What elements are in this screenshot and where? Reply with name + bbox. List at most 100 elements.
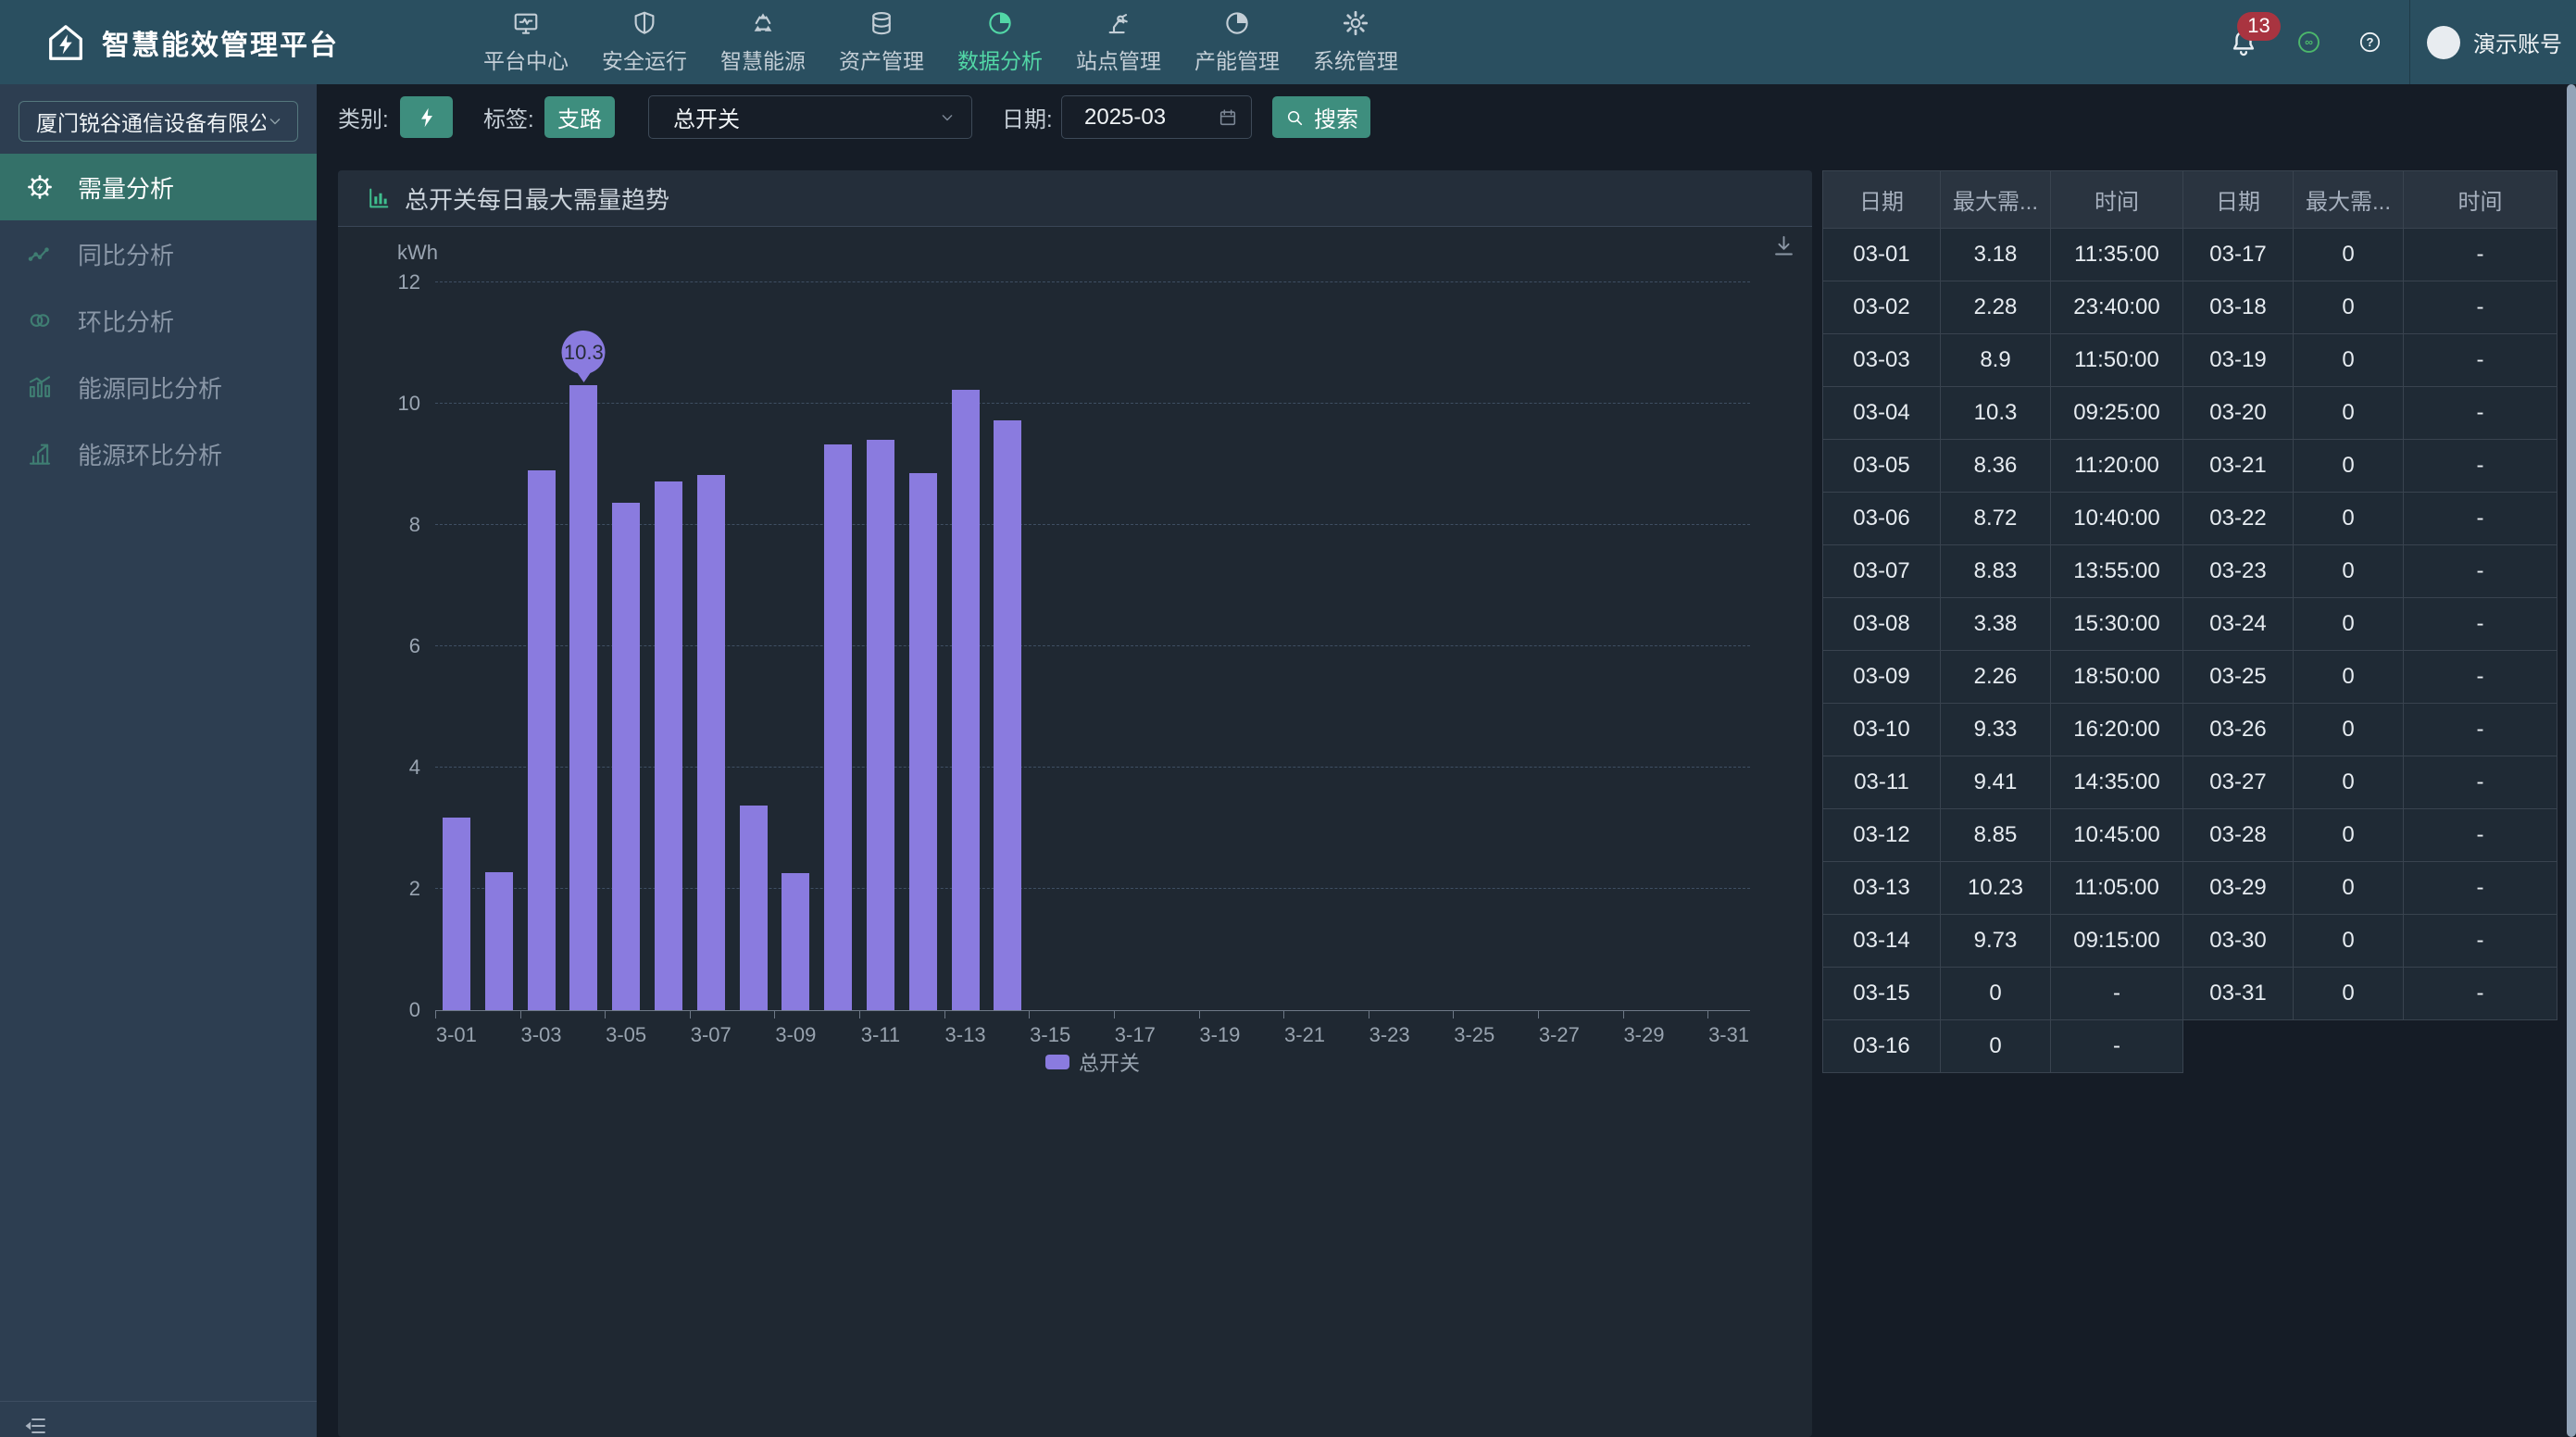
company-select-value: 厦门锐谷通信设备有限公司	[36, 106, 266, 137]
table-cell: 03-29	[2183, 862, 2294, 915]
bar-3-08[interactable]	[740, 806, 768, 1010]
bar-3-01[interactable]	[443, 818, 470, 1010]
sidebar-item-demand-analysis[interactable]: 需量分析	[0, 154, 317, 220]
company-select[interactable]: 厦门锐谷通信设备有限公司	[19, 101, 298, 142]
table-cell: 03-06	[1823, 493, 1941, 545]
nav-item-safe-operation[interactable]: 安全运行	[600, 0, 689, 84]
chart-card: 总开关每日最大需量趋势 kWh 0246810123-013-033-053-0…	[338, 170, 1812, 1437]
bar-3-09[interactable]	[782, 873, 809, 1010]
nav-item-site-management[interactable]: 站点管理	[1074, 0, 1163, 84]
legend-swatch	[1045, 1055, 1069, 1069]
sidebar-item-label: 需量分析	[78, 170, 174, 205]
vertical-scrollbar[interactable]	[2567, 84, 2576, 1437]
table-row: 03-150-03-310-	[1823, 968, 2557, 1020]
table-cell: 03-26	[2183, 704, 2294, 756]
gridline	[435, 281, 1750, 282]
tooltip-pin-value: 10.3	[562, 331, 606, 374]
calendar-icon	[1218, 107, 1238, 128]
sidebar-item-energy-yoy[interactable]: 能源同比分析	[0, 354, 317, 420]
chevron-down-icon	[266, 112, 284, 131]
nav-divider	[2409, 0, 2410, 84]
table-cell: 10.23	[1941, 862, 2051, 915]
bar-3-10[interactable]	[824, 444, 852, 1010]
table-cell: 0	[2294, 598, 2404, 651]
nav-item-label: 平台中心	[483, 44, 569, 75]
bar-3-07[interactable]	[697, 475, 725, 1010]
avatar[interactable]	[2427, 26, 2460, 59]
bar-3-14[interactable]	[994, 420, 1021, 1010]
bar-3-05[interactable]	[612, 503, 640, 1010]
table-cell: 0	[2294, 704, 2404, 756]
category-electric-button[interactable]	[400, 96, 453, 138]
sidebar-menu: 需量分析同比分析环比分析能源同比分析能源环比分析	[0, 154, 317, 487]
nav-item-smart-energy[interactable]: 智慧能源	[719, 0, 807, 84]
table-cell: 03-14	[1823, 915, 1941, 968]
x-axis-label: 3-15	[1030, 1023, 1070, 1047]
user-name[interactable]: 演示账号	[2473, 26, 2562, 58]
legend-item[interactable]: 总开关	[1045, 1047, 1140, 1077]
table-cell: 09:25:00	[2051, 387, 2183, 440]
download-button[interactable]	[1771, 233, 1796, 258]
x-axis-label: 3-29	[1623, 1023, 1664, 1047]
branch-select-value: 总开关	[673, 101, 938, 133]
nav-item-data-analysis[interactable]: 数据分析	[956, 0, 1044, 84]
bar-3-03[interactable]	[528, 470, 556, 1010]
search-button[interactable]: 搜索	[1272, 96, 1370, 138]
table-row: 03-022.2823:40:0003-180-	[1823, 281, 2557, 334]
table-row: 03-092.2618:50:0003-250-	[1823, 651, 2557, 704]
bar-3-11[interactable]	[867, 440, 894, 1010]
table-cell: 8.85	[1941, 809, 2051, 862]
bar-3-06[interactable]	[655, 481, 682, 1010]
sidebar-collapse-button[interactable]	[22, 1413, 48, 1437]
table-cell: -	[2404, 809, 2557, 862]
nav-item-capacity-management[interactable]: 产能管理	[1193, 0, 1282, 84]
sidebar-item-energy-mom[interactable]: 能源环比分析	[0, 420, 317, 487]
navbar: 智慧能效管理平台 平台中心安全运行智慧能源资产管理数据分析站点管理 产能管理系统管…	[0, 0, 2576, 84]
infinity-circle-icon[interactable]: ∞	[2296, 30, 2321, 55]
mom-analysis-icon	[26, 306, 54, 334]
table-cell: 9.41	[1941, 756, 2051, 809]
table-header-cell: 最大需...	[2294, 171, 2404, 229]
search-button-label: 搜索	[1314, 101, 1358, 133]
sidebar-item-mom-analysis[interactable]: 环比分析	[0, 287, 317, 354]
chart-plot-area: 0246810123-013-033-053-073-093-113-133-1…	[435, 282, 1750, 1011]
nav-item-label: 站点管理	[1076, 44, 1161, 75]
demand-analysis-icon	[26, 173, 54, 201]
table-row: 03-0410.309:25:0003-200-	[1823, 387, 2557, 440]
date-label: 日期:	[1002, 84, 1053, 150]
table-row: 03-109.3316:20:0003-260-	[1823, 704, 2557, 756]
tag-branch-button[interactable]: 支路	[544, 96, 615, 138]
sidebar-item-yoy-analysis[interactable]: 同比分析	[0, 220, 317, 287]
table-cell: 0	[2294, 756, 2404, 809]
safe-operation-icon	[631, 9, 658, 37]
smart-energy-icon	[749, 9, 777, 37]
nav-item-asset-management[interactable]: 资产管理	[837, 0, 926, 84]
date-input[interactable]: 2025-03	[1061, 95, 1252, 139]
bar-3-12[interactable]	[909, 473, 937, 1010]
table-cell: 0	[1941, 968, 2051, 1020]
nav-item-platform-center[interactable]: 平台中心	[481, 0, 570, 84]
bar-3-02[interactable]	[485, 872, 513, 1010]
chart-title: 总开关每日最大需量趋势	[405, 181, 669, 216]
chevron-down-icon	[938, 108, 957, 127]
x-axis-tick	[1707, 1010, 1708, 1018]
sidebar-item-label: 环比分析	[78, 304, 174, 338]
x-axis-tick	[690, 1010, 691, 1018]
nav-item-label: 系统管理	[1313, 44, 1398, 75]
branch-select[interactable]: 总开关	[648, 95, 972, 139]
table-cell: -	[2404, 651, 2557, 704]
table-header-cell: 时间	[2404, 171, 2557, 229]
bar-3-13[interactable]	[952, 390, 980, 1010]
date-input-value: 2025-03	[1084, 105, 1218, 131]
table-cell: 03-01	[1823, 229, 1941, 281]
nav-item-system-management[interactable]: 系统管理	[1311, 0, 1400, 84]
notifications-button[interactable]: 13	[2228, 27, 2259, 58]
table-cell: 13:55:00	[2051, 545, 2183, 598]
bar-3-04[interactable]	[569, 385, 597, 1010]
x-axis-tick	[435, 1010, 436, 1018]
table-cell: 03-24	[2183, 598, 2294, 651]
x-axis-label: 3-19	[1199, 1023, 1240, 1047]
help-icon[interactable]: ?	[2358, 31, 2382, 54]
app-logo: 智慧能效管理平台	[44, 0, 339, 84]
table-cell: -	[2404, 598, 2557, 651]
